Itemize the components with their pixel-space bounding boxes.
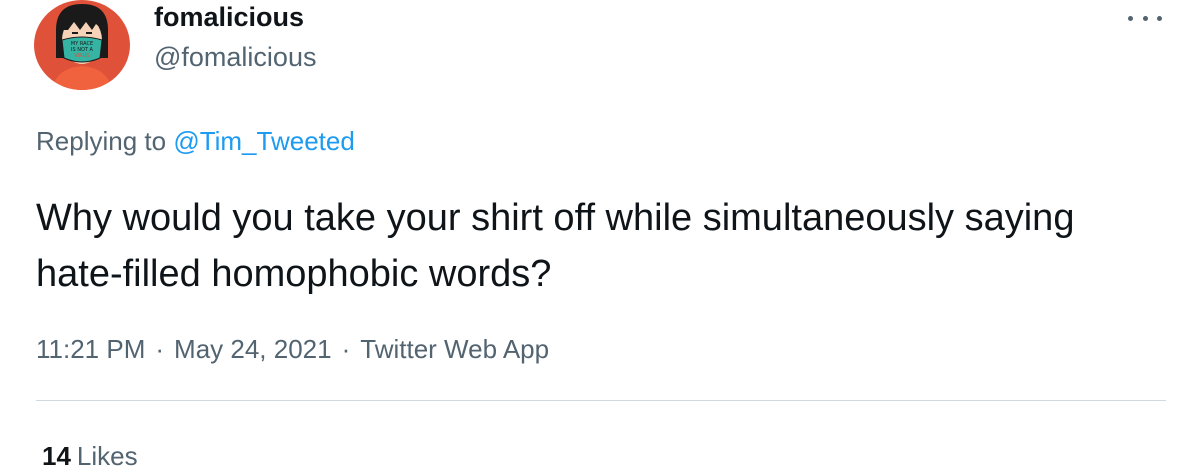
divider	[36, 400, 1166, 401]
more-dot	[1157, 15, 1162, 21]
likes-label: Likes	[76, 441, 138, 471]
tweet-date[interactable]: May 24, 2021	[174, 334, 332, 364]
avatar[interactable]: MY RACE IS NOT A VIRUS	[34, 0, 130, 90]
replying-to-label: Replying to	[36, 126, 174, 156]
more-dot	[1142, 15, 1148, 21]
avatar-image: MY RACE IS NOT A VIRUS	[34, 0, 130, 90]
likes-stat[interactable]: 14 Likes	[42, 441, 138, 472]
tweet-time[interactable]: 11:21 PM	[36, 334, 145, 364]
meta-separator: ·	[341, 334, 351, 364]
more-horizontal-icon[interactable]	[1128, 8, 1162, 28]
tweet-meta: 11:21 PM · May 24, 2021 · Twitter Web App	[36, 334, 549, 365]
tweet-text: Why would you take your shirt off while …	[36, 197, 1075, 295]
mask-text-line-3: VIRUS	[74, 53, 89, 59]
user-handle[interactable]: @fomalicious	[154, 42, 316, 73]
more-dot	[1128, 15, 1133, 21]
tweet-source[interactable]: Twitter Web App	[360, 334, 549, 364]
likes-count: 14	[42, 441, 71, 471]
replying-to: Replying to @Tim_Tweeted	[36, 126, 355, 157]
display-name[interactable]: fomalicious	[154, 2, 304, 33]
reply-target-link[interactable]: @Tim_Tweeted	[173, 126, 355, 156]
meta-separator: ·	[155, 334, 165, 364]
